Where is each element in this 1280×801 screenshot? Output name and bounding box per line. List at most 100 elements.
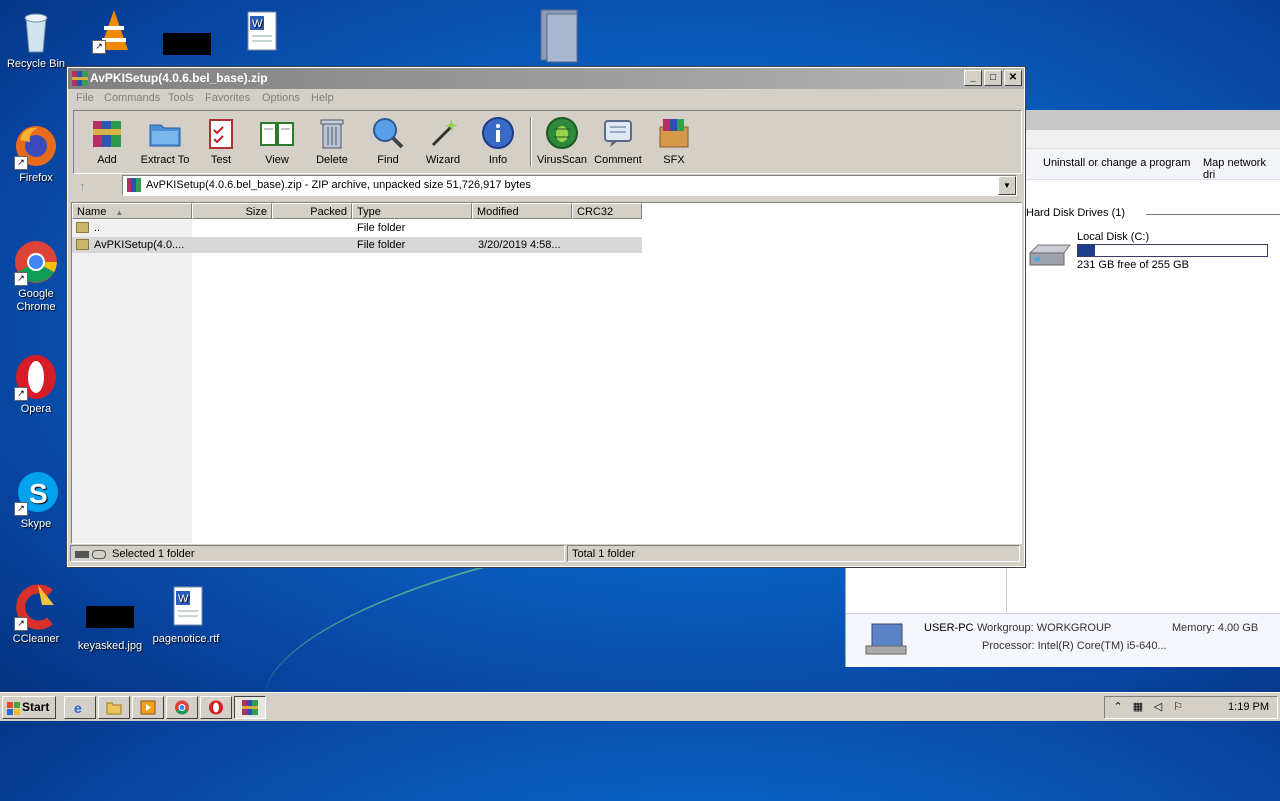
table-row[interactable]: AvPKISetup(4.0.... File folder 3/20/2019…: [72, 237, 642, 253]
status-total: Total 1 folder: [567, 545, 1020, 562]
workgroup-text: Workgroup: WORKGROUP: [977, 622, 1112, 634]
uninstall-program-button[interactable]: Uninstall or change a program: [1043, 157, 1190, 169]
winrar-window[interactable]: AvPKISetup(4.0.6.bel_base).zip _ □ ✕ Fil…: [66, 66, 1026, 568]
key-icon: [92, 549, 106, 559]
close-button[interactable]: ✕: [1004, 70, 1022, 86]
view-button[interactable]: View: [248, 115, 306, 166]
disk-usage-fill: [1078, 245, 1095, 256]
section-divider: [1146, 214, 1280, 215]
column-header-crc32[interactable]: CRC32: [572, 203, 642, 219]
desktop-icon-keyasked[interactable]: keyasked.jpg: [72, 600, 148, 653]
magnifier-icon: [370, 115, 406, 151]
pc-name: USER-PC: [924, 622, 974, 634]
trash-can-icon: [314, 115, 350, 151]
desktop-icon-ccleaner[interactable]: ↗ CCleaner: [0, 583, 74, 646]
shortcut-arrow-icon: ↗: [14, 387, 28, 401]
computer-icon: [864, 622, 908, 658]
menu-help[interactable]: Help: [311, 92, 334, 104]
toolbar-separator: [530, 117, 532, 167]
shortcut-arrow-icon: ↗: [14, 272, 28, 286]
start-button[interactable]: Start: [2, 696, 56, 719]
dropdown-arrow-icon[interactable]: ▼: [998, 176, 1016, 195]
desktop-icon-firefox[interactable]: ↗ Firefox: [0, 122, 74, 185]
minimize-button[interactable]: _: [964, 70, 982, 86]
volume-icon[interactable]: ◁: [1151, 700, 1165, 714]
chrome-icon: [174, 700, 190, 715]
taskbar-media-player[interactable]: [132, 696, 164, 719]
svg-text:S: S: [29, 478, 48, 509]
taskbar-winrar[interactable]: [234, 696, 266, 719]
network-icon[interactable]: ▦: [1131, 700, 1145, 714]
magic-wand-icon: [425, 115, 461, 151]
virusscan-button[interactable]: VirusScan: [533, 115, 591, 166]
recycle-bin-icon: [12, 8, 60, 56]
winrar-titlebar[interactable]: AvPKISetup(4.0.6.bel_base).zip _ □ ✕: [68, 68, 1024, 89]
menu-tools[interactable]: Tools: [168, 92, 194, 104]
sfx-button[interactable]: SFX: [645, 115, 703, 166]
show-hidden-icons-icon[interactable]: ⌃: [1111, 700, 1125, 714]
wizard-button[interactable]: Wizard: [414, 115, 472, 166]
menu-favorites[interactable]: Favorites: [205, 92, 250, 104]
menu-file[interactable]: File: [76, 92, 94, 104]
svg-text:W: W: [252, 18, 263, 30]
menu-bar: File Commands Tools Favorites Options He…: [68, 89, 1024, 108]
desktop-icon-skype[interactable]: S ↗ Skype: [0, 468, 74, 531]
taskbar-explorer[interactable]: [98, 696, 130, 719]
archive-path-text: AvPKISetup(4.0.6.bel_base).zip - ZIP arc…: [146, 179, 531, 191]
comment-button[interactable]: Comment: [589, 115, 647, 166]
desktop-icon-chrome[interactable]: ↗ Google Chrome: [0, 238, 74, 314]
extract-to-button[interactable]: Extract To: [136, 115, 194, 166]
clock[interactable]: 1:19 PM: [1228, 701, 1269, 713]
desktop-icon-recycle-bin[interactable]: Recycle Bin: [0, 8, 74, 71]
up-arrow-icon[interactable]: ↑: [79, 178, 86, 194]
info-button[interactable]: Info: [469, 115, 527, 166]
file-list[interactable]: Name ▲ Size Packed Type Modified CRC32 .…: [71, 202, 1022, 544]
archive-path-combobox[interactable]: AvPKISetup(4.0.6.bel_base).zip - ZIP arc…: [122, 175, 1017, 196]
svg-text:e: e: [74, 700, 82, 715]
word-document-icon: W: [162, 583, 210, 631]
find-button[interactable]: Find: [359, 115, 417, 166]
folder-icon: [76, 239, 89, 250]
winrar-app-icon: [72, 71, 88, 86]
local-disk-name[interactable]: Local Disk (C:): [1077, 231, 1149, 243]
desktop-icon-word-doc[interactable]: W: [222, 8, 298, 58]
column-header-modified[interactable]: Modified: [472, 203, 572, 219]
test-clipboard-icon: [203, 115, 239, 151]
delete-button[interactable]: Delete: [303, 115, 361, 166]
taskbar-ie[interactable]: e: [64, 696, 96, 719]
sfx-box-icon: [656, 115, 692, 151]
add-button[interactable]: Add: [78, 115, 136, 166]
map-network-drive-button[interactable]: Map network dri: [1203, 157, 1280, 181]
desktop-icon-redacted[interactable]: [163, 33, 211, 55]
status-bar: Selected 1 folder Total 1 folder: [70, 545, 1020, 563]
column-header-packed[interactable]: Packed: [272, 203, 352, 219]
shortcut-arrow-icon: ↗: [92, 40, 106, 54]
desktop-icon-pagenotice[interactable]: W pagenotice.rtf: [148, 583, 224, 646]
memory-text: Memory: 4.00 GB: [1172, 622, 1259, 634]
desktop-folder-selected[interactable]: [525, 6, 600, 66]
column-header-type[interactable]: Type: [352, 203, 472, 219]
windows-flag-icon: [7, 701, 20, 715]
taskbar: Start e ⌃ ▦ ◁ ⚐ 1:19 PM: [0, 692, 1280, 721]
test-button[interactable]: Test: [192, 115, 250, 166]
menu-options[interactable]: Options: [262, 92, 300, 104]
opera-icon: [208, 700, 224, 715]
hard-disk-drives-heading: Hard Disk Drives (1): [1026, 207, 1126, 219]
menu-commands[interactable]: Commands: [104, 92, 160, 104]
taskbar-opera[interactable]: [200, 696, 232, 719]
column-header-size[interactable]: Size: [192, 203, 272, 219]
maximize-button[interactable]: □: [984, 70, 1002, 86]
virus-bug-icon: [544, 115, 580, 151]
status-selected: Selected 1 folder: [70, 545, 565, 562]
column-header-name[interactable]: Name ▲: [72, 203, 192, 219]
name-column-background: [72, 220, 192, 543]
desktop-icon-vlc[interactable]: ↗: [76, 6, 152, 56]
sort-ascending-icon: ▲: [115, 208, 124, 217]
table-row[interactable]: .. File folder: [72, 220, 642, 236]
taskbar-chrome[interactable]: [166, 696, 198, 719]
folder-icon: [76, 222, 89, 233]
action-center-flag-icon[interactable]: ⚐: [1171, 700, 1185, 714]
address-row: ↑ AvPKISetup(4.0.6.bel_base).zip - ZIP a…: [73, 174, 1020, 198]
desktop-icon-opera[interactable]: ↗ Opera: [0, 353, 74, 416]
disk-usage-bar: [1077, 244, 1268, 257]
